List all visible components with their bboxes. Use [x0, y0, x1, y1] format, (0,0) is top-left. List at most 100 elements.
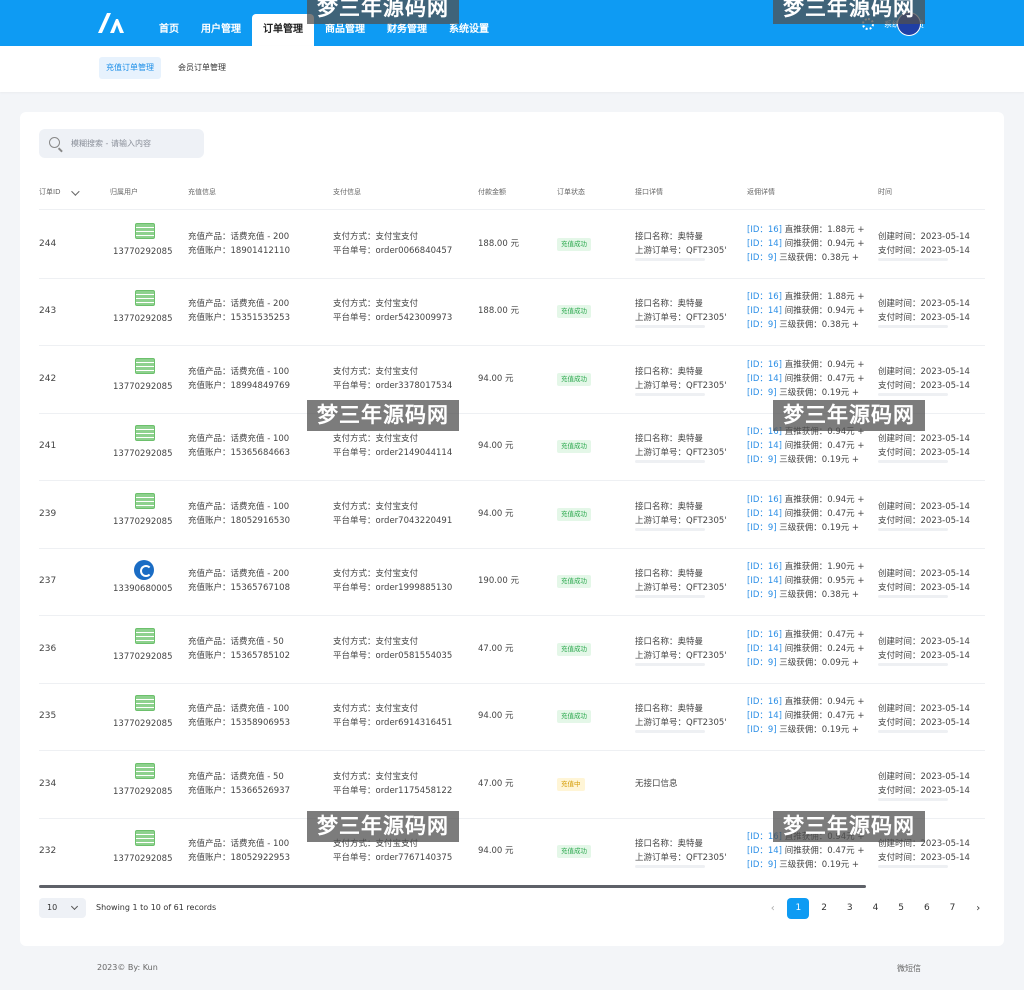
rebate-text: 三级获佣：0.38元 + — [776, 590, 860, 601]
user-phone[interactable]: 13770292085 — [113, 380, 173, 394]
rebate-user-id[interactable]: [ID：9] — [747, 860, 777, 870]
col-status-header: 订单状态 — [557, 188, 585, 196]
rebate-user-id[interactable]: [ID：14] — [747, 846, 782, 856]
nav-item[interactable]: 用户管理 — [190, 14, 252, 46]
page-button[interactable]: 6 — [916, 898, 938, 919]
sort-icon[interactable] — [71, 187, 80, 196]
pay-method: 支付方式：支付宝支付 — [333, 501, 419, 512]
chevron-down-icon — [70, 902, 79, 911]
horizontal-scrollbar[interactable] — [39, 885, 866, 888]
rebate-user-id[interactable]: [ID：16] — [747, 225, 782, 235]
pay-method: 支付方式：支付宝支付 — [333, 636, 419, 647]
rebate-user-id[interactable]: [ID：9] — [747, 455, 777, 465]
page-button[interactable]: 5 — [890, 898, 912, 919]
rebate-text: 间推获佣：0.47元 + — [782, 508, 865, 519]
page-button[interactable]: 2 — [813, 898, 835, 919]
recharge-product: 充值产品：话费充值 - 200 — [188, 569, 290, 580]
user-phone[interactable]: 13770292085 — [113, 852, 173, 866]
nav-item[interactable]: 首页 — [148, 14, 190, 46]
upstream-order: 上游订单号：QFT2305' — [635, 313, 727, 324]
rebate-user-id[interactable]: [ID：16] — [747, 697, 782, 707]
pay-method: 支付方式：支付宝支付 — [333, 434, 419, 445]
page-button[interactable]: 3 — [839, 898, 861, 919]
search-input[interactable] — [71, 135, 199, 152]
user-phone[interactable]: 13770292085 — [113, 245, 173, 259]
page-button[interactable]: 7 — [942, 898, 964, 919]
order-id: 234 — [39, 778, 57, 789]
logo-icon[interactable] — [96, 12, 126, 34]
api-name: 无接口信息 — [635, 778, 678, 789]
rebate-user-id[interactable]: [ID：16] — [747, 562, 782, 572]
rebate-user-id[interactable]: [ID：14] — [747, 306, 782, 316]
pay-method: 支付方式：支付宝支付 — [333, 704, 419, 715]
rebate-line: [ID：14] 间推获佣：0.94元 + — [747, 237, 864, 251]
next-page-button[interactable]: › — [967, 898, 989, 919]
page-button[interactable]: 1 — [787, 898, 810, 919]
page-button[interactable]: 4 — [864, 898, 886, 919]
page-size-select[interactable]: 10 — [39, 898, 86, 918]
col-order-id-header[interactable]: 订单ID — [39, 187, 60, 197]
rebate-line: [ID：14] 间推获佣：0.47元 + — [747, 507, 864, 521]
paid-time: 支付时间：2023-05-14 — [878, 785, 970, 796]
rebate-user-id[interactable]: [ID：14] — [747, 576, 782, 586]
platform-order: 平台单号：order0581554035 — [333, 650, 453, 661]
nav-item[interactable]: 订单管理 — [252, 14, 314, 46]
user-phone[interactable]: 13770292085 — [113, 717, 173, 731]
user-phone[interactable]: 13770292085 — [113, 785, 173, 799]
scroll-hint-bar — [878, 595, 948, 599]
rebate-user-id[interactable]: [ID：9] — [747, 253, 777, 263]
rebate-line: [ID：9] 三级获佣：0.19元 + — [747, 858, 859, 872]
rebate-user-id[interactable]: [ID：9] — [747, 725, 777, 735]
paid-time: 支付时间：2023-05-14 — [878, 583, 970, 594]
col-user-header: 归属用户 — [110, 188, 138, 196]
user-phone[interactable]: 13770292085 — [113, 515, 173, 529]
rebate-text: 间推获佣：0.95元 + — [782, 576, 865, 587]
col-payment-info-header: 支付信息 — [333, 188, 361, 196]
rebate-user-id[interactable]: [ID：14] — [747, 711, 782, 721]
tab-recharge-orders[interactable]: 充值订单管理 — [99, 57, 161, 79]
rebate-user-id[interactable]: [ID：16] — [747, 360, 782, 370]
paid-time: 支付时间：2023-05-14 — [878, 245, 970, 256]
prev-page-button[interactable]: ‹ — [762, 898, 784, 919]
api-name: 接口名称：奥特曼 — [635, 231, 704, 242]
rebate-user-id[interactable]: [ID：9] — [747, 388, 777, 398]
row-divider — [39, 480, 985, 481]
rebate-user-id[interactable]: [ID：14] — [747, 644, 782, 654]
user-phone[interactable]: 13770292085 — [113, 447, 173, 461]
rebate-text: 间推获佣：0.47元 + — [782, 711, 865, 722]
rebate-text: 三级获佣：0.19元 + — [776, 725, 860, 736]
rebate-line: [ID：16] 直推获佣：0.94元 + — [747, 493, 864, 507]
status-badge: 充值成功 — [557, 305, 591, 319]
amount: 47.00 元 — [478, 778, 514, 789]
rebate-user-id[interactable]: [ID：16] — [747, 630, 782, 640]
scroll-hint-bar — [635, 257, 705, 261]
rebate-user-id[interactable]: [ID：14] — [747, 441, 782, 451]
rebate-user-id[interactable]: [ID：14] — [747, 239, 782, 249]
footer-link[interactable]: 微短信 — [897, 963, 921, 974]
platform-order: 平台单号：order1175458122 — [333, 785, 453, 796]
amount: 188.00 元 — [478, 306, 519, 317]
sim-card-icon — [135, 830, 155, 847]
created-time: 创建时间：2023-05-14 — [878, 366, 970, 377]
api-name: 接口名称：奥特曼 — [635, 636, 704, 647]
rebate-user-id[interactable]: [ID：9] — [747, 658, 777, 668]
recharge-product: 充值产品：话费充值 - 200 — [188, 231, 290, 242]
rebate-user-id[interactable]: [ID：14] — [747, 509, 782, 519]
col-api-detail-header: 接口详情 — [635, 188, 663, 196]
recharge-product: 充值产品：话费充值 - 100 — [188, 434, 290, 445]
recharge-product: 充值产品：话费充值 - 50 — [188, 771, 284, 782]
user-phone[interactable]: 13770292085 — [113, 312, 173, 326]
rebate-user-id[interactable]: [ID：16] — [747, 292, 782, 302]
watermark: 梦三年源码网 — [773, 400, 925, 431]
rebate-text: 间推获佣：0.94元 + — [782, 306, 865, 317]
rebate-user-id[interactable]: [ID：9] — [747, 320, 777, 330]
tab-member-orders[interactable]: 会员订单管理 — [171, 57, 233, 79]
user-phone[interactable]: 13390680005 — [113, 582, 173, 596]
rebate-user-id[interactable]: [ID：9] — [747, 523, 777, 533]
user-phone[interactable]: 13770292085 — [113, 650, 173, 664]
rebate-user-id[interactable]: [ID：16] — [747, 495, 782, 505]
rebate-user-id[interactable]: [ID：14] — [747, 374, 782, 384]
recharge-product: 充值产品：话费充值 - 50 — [188, 636, 284, 647]
rebate-text: 直推获佣：0.47元 + — [782, 629, 865, 640]
rebate-user-id[interactable]: [ID：9] — [747, 590, 777, 600]
